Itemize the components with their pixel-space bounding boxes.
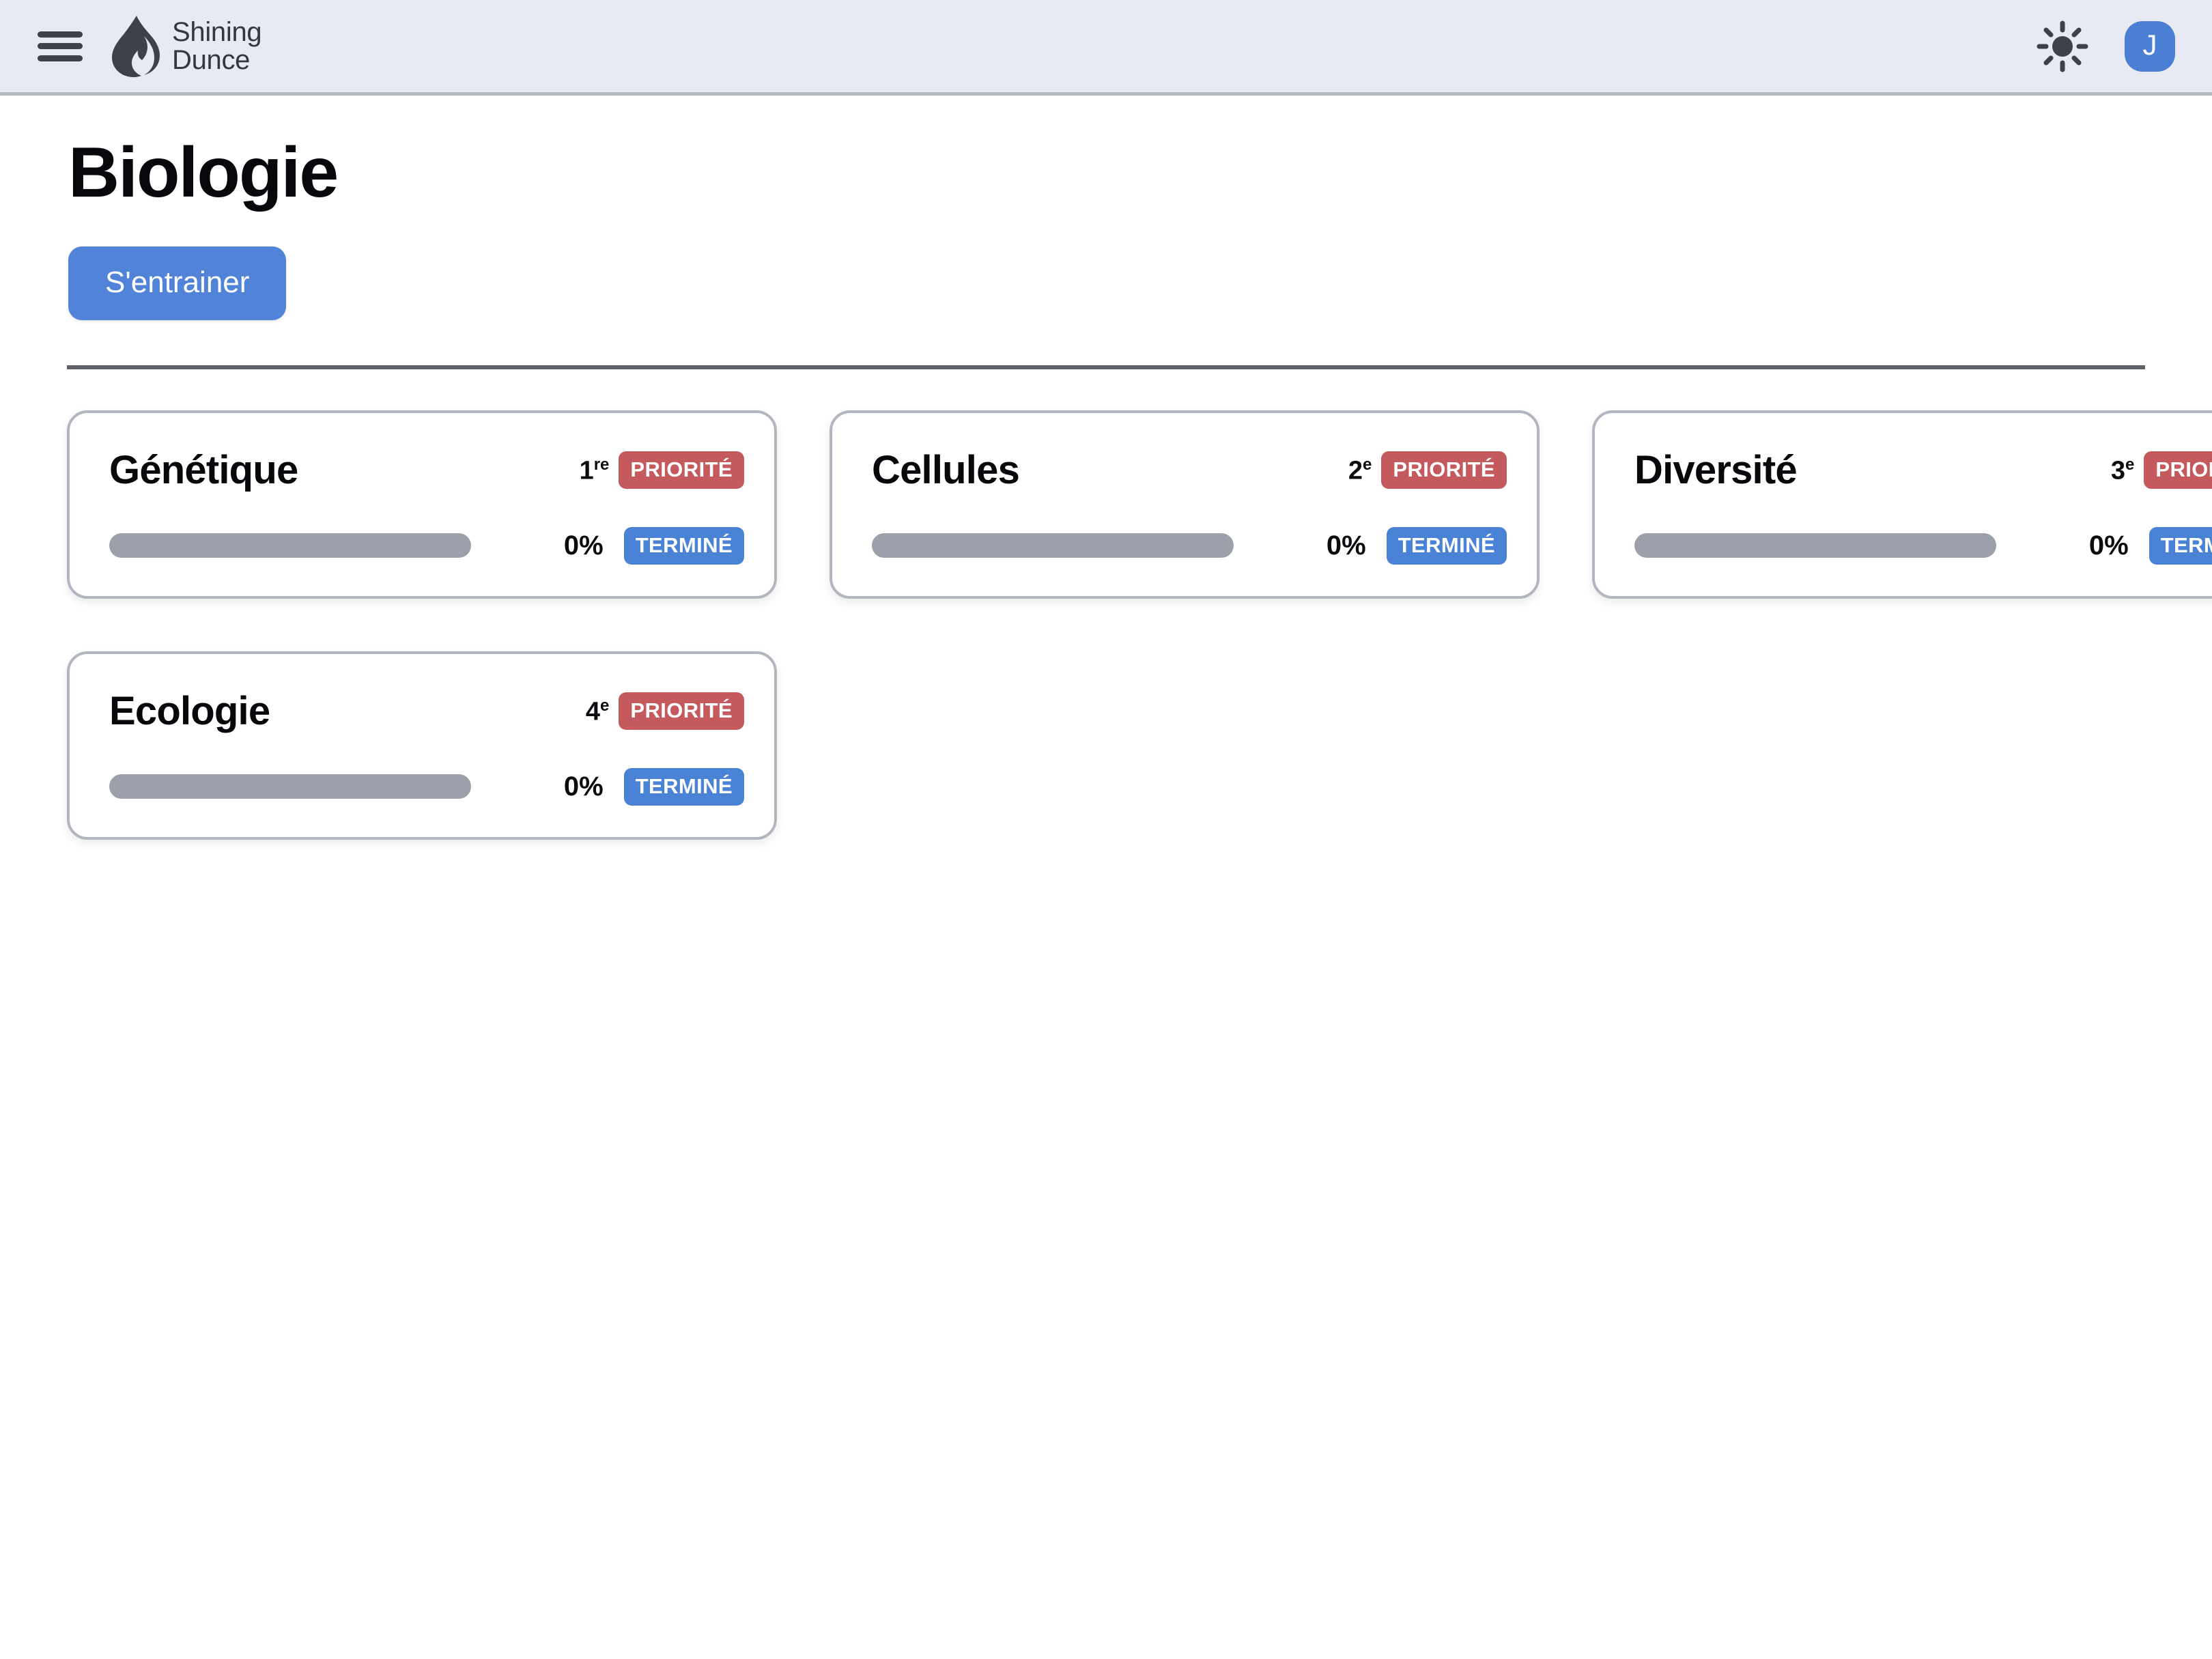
section-divider bbox=[67, 365, 2145, 369]
topic-card[interactable]: Ecologie 4e PRIORITÉ 0% TERMINÉ bbox=[67, 651, 777, 840]
progress-bar bbox=[1634, 533, 1996, 558]
hamburger-bar bbox=[38, 55, 83, 61]
completed-badge: TERMINÉ bbox=[1386, 526, 1507, 565]
priority-rank: 4e bbox=[585, 696, 610, 726]
priority-badge: PRIORITÉ bbox=[2144, 451, 2212, 490]
card-title: Cellules bbox=[872, 447, 1020, 492]
sun-icon bbox=[2037, 20, 2088, 72]
card-progress-row: 0% TERMINÉ bbox=[97, 526, 747, 571]
card-header-row: Génétique 1re PRIORITÉ bbox=[97, 436, 747, 492]
flame-icon bbox=[112, 15, 160, 77]
header-right-group: J bbox=[2033, 17, 2175, 76]
priority-badge: PRIORITÉ bbox=[619, 451, 744, 490]
brand-line-1: Shining bbox=[172, 16, 262, 47]
priority-group: 1re PRIORITÉ bbox=[579, 451, 744, 490]
priority-rank: 1re bbox=[579, 455, 610, 485]
topic-card-grid: Génétique 1re PRIORITÉ 0% TERMINÉ Cellul… bbox=[67, 410, 2212, 840]
priority-rank: 3e bbox=[2110, 455, 2135, 485]
card-progress-row: 0% TERMINÉ bbox=[860, 526, 1509, 571]
header-left-group: Shining Dunce bbox=[36, 15, 262, 78]
page-title: Biologie bbox=[68, 133, 339, 212]
practice-button[interactable]: S'entrainer bbox=[68, 246, 287, 320]
card-header-row: Diversité 3e PRIORITÉ bbox=[1622, 436, 2212, 492]
card-title: Génétique bbox=[109, 447, 298, 492]
theme-toggle-button[interactable] bbox=[2033, 17, 2092, 76]
progress-percent-label: 0% bbox=[563, 771, 604, 802]
card-header-row: Ecologie 4e PRIORITÉ bbox=[97, 677, 747, 733]
card-header-row: Cellules 2e PRIORITÉ bbox=[860, 436, 1509, 492]
priority-group: 4e PRIORITÉ bbox=[585, 692, 744, 731]
brand-text: Shining Dunce bbox=[172, 16, 262, 75]
brand-line-2: Dunce bbox=[172, 44, 251, 75]
completed-badge: TERMINÉ bbox=[623, 526, 744, 565]
brand-logo[interactable]: Shining Dunce bbox=[109, 15, 262, 78]
completed-badge: TERMINÉ bbox=[623, 767, 744, 806]
card-title: Diversité bbox=[1634, 447, 1798, 492]
card-title: Ecologie bbox=[109, 688, 270, 733]
avatar[interactable]: J bbox=[2125, 20, 2175, 72]
card-progress-row: 0% TERMINÉ bbox=[97, 767, 747, 812]
priority-badge: PRIORITÉ bbox=[1381, 451, 1507, 490]
priority-rank: 2e bbox=[1348, 455, 1372, 485]
progress-bar bbox=[872, 533, 1234, 558]
completed-badge: TERMINÉ bbox=[2149, 526, 2212, 565]
priority-badge: PRIORITÉ bbox=[619, 692, 744, 731]
hamburger-menu-icon[interactable] bbox=[36, 27, 85, 66]
progress-percent-label: 0% bbox=[563, 530, 604, 561]
priority-group: 3e PRIORITÉ bbox=[2110, 451, 2212, 490]
card-progress-row: 0% TERMINÉ bbox=[1622, 526, 2212, 571]
page-content: Biologie S'entrainer Génétique 1re PRIOR… bbox=[0, 96, 2212, 840]
progress-bar bbox=[109, 774, 471, 799]
priority-group: 2e PRIORITÉ bbox=[1348, 451, 1507, 490]
progress-percent-label: 0% bbox=[1326, 530, 1366, 561]
hamburger-bar bbox=[38, 31, 83, 38]
progress-bar bbox=[109, 533, 471, 558]
progress-percent-label: 0% bbox=[2088, 530, 2129, 561]
topic-card[interactable]: Diversité 3e PRIORITÉ 0% TERMINÉ bbox=[1592, 410, 2212, 599]
app-header: Shining Dunce J bbox=[0, 0, 2212, 96]
hamburger-bar bbox=[38, 43, 83, 49]
topic-card[interactable]: Génétique 1re PRIORITÉ 0% TERMINÉ bbox=[67, 410, 777, 599]
topic-card[interactable]: Cellules 2e PRIORITÉ 0% TERMINÉ bbox=[830, 410, 1540, 599]
